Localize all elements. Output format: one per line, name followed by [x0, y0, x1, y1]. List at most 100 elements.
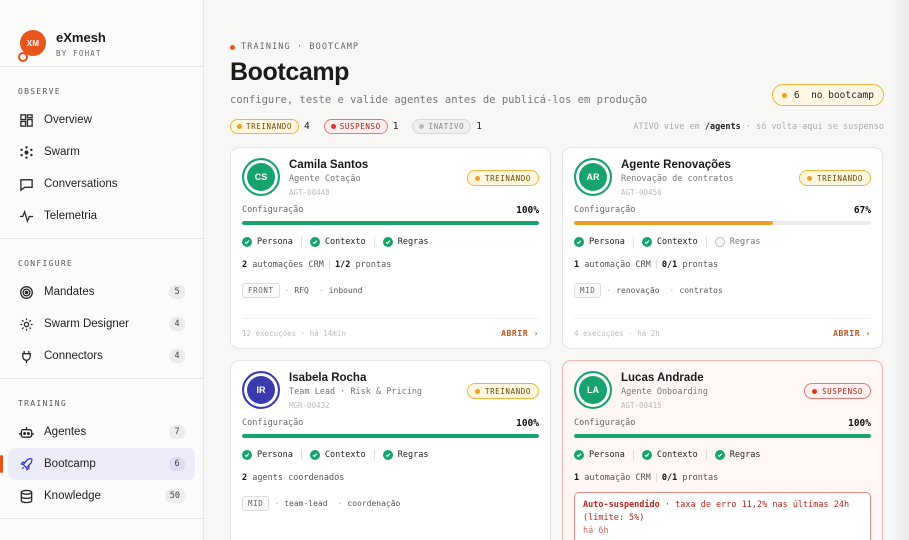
- tier-chip: MID: [242, 496, 270, 511]
- tier-chip: MID: [574, 283, 602, 298]
- check-label: Persona: [589, 237, 625, 247]
- brand[interactable]: XM eXmesh BY FOHAT: [0, 0, 203, 66]
- sidebar-item-agentes[interactable]: Agentes 7: [8, 416, 195, 448]
- status-dot: [237, 124, 242, 129]
- status-badge: TREINANDO: [466, 170, 539, 186]
- agent-name: Lucas Andrade: [621, 372, 704, 384]
- check-circle-icon: [382, 237, 393, 247]
- sidebar-item-bootcamp[interactable]: Bootcamp 6: [0, 448, 195, 480]
- avatar: CS: [242, 158, 280, 196]
- agent-code: AGT-00415: [621, 401, 662, 410]
- status-dot: [419, 124, 425, 129]
- sidebar-item-count: 5: [169, 285, 185, 299]
- avatar: LA: [574, 371, 612, 409]
- check-contexto: Contexto: [309, 237, 366, 247]
- sidebar-item-label: Overview: [44, 114, 92, 126]
- separator: |: [326, 260, 333, 270]
- rocket-icon: [18, 456, 34, 472]
- check-persona: Persona: [242, 237, 293, 247]
- check-separator: [300, 450, 302, 460]
- tag: contratos: [670, 286, 722, 295]
- check-circle-icon: [309, 237, 320, 247]
- filter-training-label: TREINANDO: [246, 122, 293, 131]
- brand-sub: BY FOHAT: [56, 48, 102, 58]
- target-icon: [18, 284, 34, 300]
- check-separator: [632, 237, 634, 247]
- filter-inactive[interactable]: INATIVO: [412, 119, 472, 134]
- agent-card[interactable]: AR Agente Renovações Renovação de contra…: [562, 147, 883, 349]
- check-persona: Persona: [574, 450, 625, 460]
- config-percent: 100%: [516, 205, 539, 216]
- tier-chip: FRONT: [242, 283, 280, 298]
- avatar: AR: [574, 158, 612, 196]
- tag: coordenação: [338, 499, 400, 508]
- filter-training[interactable]: TREINANDO: [230, 119, 300, 134]
- check-separator: [373, 450, 375, 460]
- card-header: AR Agente Renovações Renovação de contra…: [574, 158, 871, 197]
- check-separator: [300, 237, 302, 247]
- agent-card[interactable]: IR Isabela Rocha Team Lead · Risk & Pric…: [230, 360, 551, 540]
- config-label: Configuração: [574, 418, 636, 428]
- sidebar-item-swarm[interactable]: Swarm: [8, 136, 195, 168]
- open-button[interactable]: ABRIR ›: [833, 329, 871, 338]
- filter-inactive-label: INATIVO: [428, 122, 465, 131]
- bootcamp-count-pill[interactable]: 6 no bootcamp: [771, 84, 884, 106]
- gear-icon: [18, 316, 34, 332]
- agent-card-grid: CS Camila Santos Agente Cotação AGT-0044…: [230, 147, 884, 540]
- sidebar-item-knowledge[interactable]: Knowledge 50: [8, 480, 195, 512]
- check-circle-icon: [714, 450, 725, 460]
- sidebar-item-overview[interactable]: Overview: [8, 104, 195, 136]
- check-circle-icon: [242, 237, 252, 247]
- check-regras: Regras: [382, 237, 429, 247]
- tag: inbound: [319, 286, 363, 295]
- brand-name: eXmesh: [56, 29, 106, 45]
- status-badge: SUSPENSO: [804, 383, 871, 399]
- ready-text: prontas: [355, 260, 392, 270]
- sidebar-section-title: CONFIGURE: [18, 259, 74, 268]
- grid-icon: [18, 112, 34, 128]
- sidebar-item-telemetria[interactable]: Telemetria: [8, 200, 195, 232]
- automation-count: 2: [242, 473, 248, 483]
- automation-row: 2 agents coordenados: [242, 473, 539, 483]
- config-progress-bar: [242, 221, 539, 225]
- check-label: Regras: [397, 237, 429, 247]
- agent-card[interactable]: CS Camila Santos Agente Cotação AGT-0044…: [230, 147, 551, 349]
- config-progress-bar: [574, 434, 871, 438]
- check-separator: [373, 237, 375, 247]
- check-label: Persona: [589, 450, 625, 460]
- automation-row: 2 automações CRM | 1/2 prontas: [242, 260, 539, 270]
- hint-post: · só volta aqui se suspenso: [740, 121, 884, 132]
- check-row: Persona Contexto Regras: [574, 450, 871, 460]
- sidebar-item-connectors[interactable]: Connectors 4: [8, 340, 195, 372]
- sidebar-item-mandates[interactable]: Mandates 5: [8, 276, 195, 308]
- agent-role: Team Lead · Risk & Pricing: [289, 387, 423, 397]
- hint-path[interactable]: /agents: [705, 122, 741, 132]
- config-progress-fill: [574, 434, 871, 438]
- card-header: IR Isabela Rocha Team Lead · Risk & Pric…: [242, 371, 539, 410]
- sidebar-item-conversations[interactable]: Conversations: [8, 168, 195, 200]
- sidebar-item-count: 4: [169, 349, 185, 363]
- check-separator: [632, 450, 634, 460]
- alert-title: Auto-suspendido: [583, 500, 660, 510]
- filter-suspended-label: SUSPENSO: [339, 122, 381, 131]
- automation-text: agents coordenados: [252, 473, 345, 483]
- config-label: Configuração: [242, 418, 304, 428]
- open-button[interactable]: ABRIR ›: [501, 329, 539, 338]
- check-persona: Persona: [574, 237, 625, 247]
- sidebar-item-label: Swarm Designer: [44, 318, 129, 330]
- execution-info: 4 execuções · há 2h: [574, 329, 660, 338]
- page-title: Bootcamp: [230, 58, 350, 86]
- check-row: Persona Contexto Regras: [574, 237, 871, 247]
- check-label: Persona: [257, 450, 293, 460]
- check-circle-icon: [574, 237, 584, 247]
- agent-card[interactable]: LA Lucas Andrade Agente Onboarding AGT-0…: [562, 360, 883, 540]
- automation-text: automação CRM: [584, 260, 651, 270]
- config-progress-fill: [242, 221, 539, 225]
- check-regras: Regras: [714, 450, 761, 460]
- status-dot: [806, 175, 812, 181]
- status-dot: [812, 388, 818, 394]
- database-icon: [18, 488, 34, 504]
- sidebar-item-swarm-designer[interactable]: Swarm Designer 4: [8, 308, 195, 340]
- config-label: Configuração: [242, 205, 304, 215]
- filter-suspended[interactable]: SUSPENSO: [323, 119, 388, 134]
